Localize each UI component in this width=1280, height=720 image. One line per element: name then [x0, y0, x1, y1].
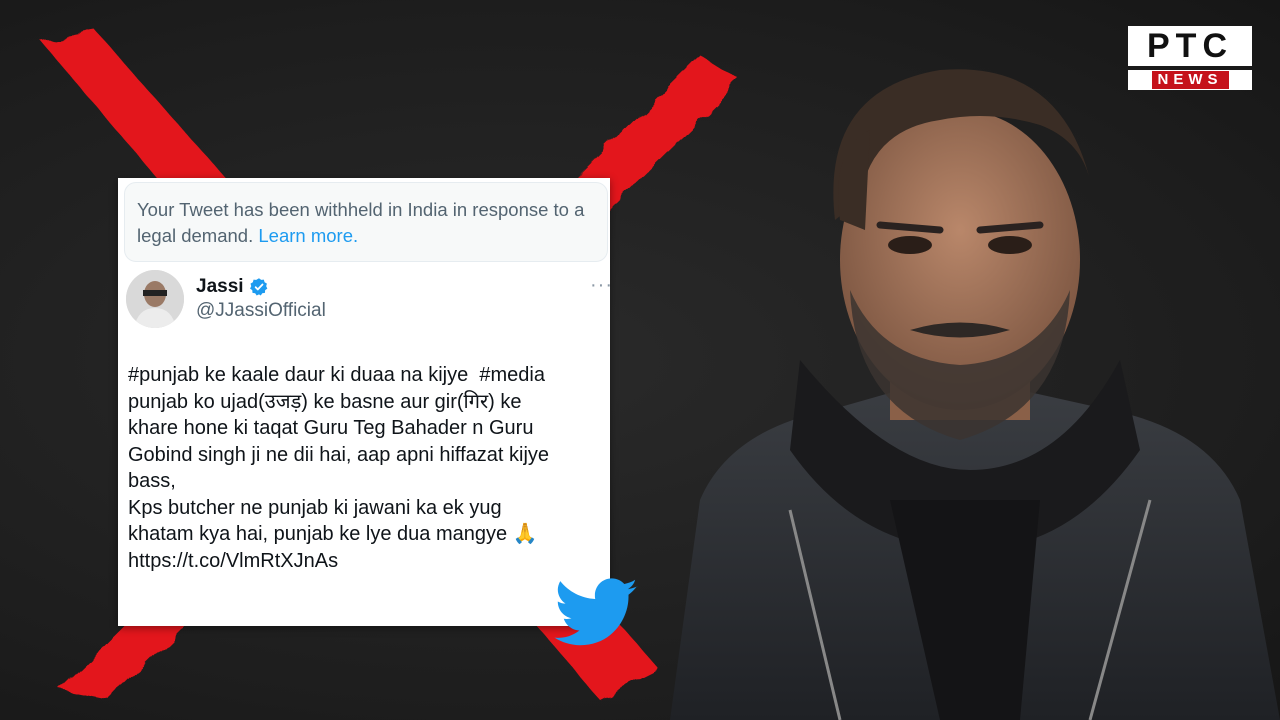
author-name-row: Jassi: [196, 276, 269, 298]
tweet-card: Your Tweet has been withheld in India in…: [118, 178, 613, 626]
person-photo: [670, 69, 1280, 720]
tweet-line: punjab ko ujad(उजड़) ke basne aur gir(गि…: [128, 390, 522, 413]
verified-badge-icon: [249, 278, 267, 296]
tweet-line: Gobind singh ji ne dii hai, aap apni hif…: [128, 443, 550, 466]
tweet-line: Kps butcher ne punjab ki jawani ka ek yu…: [128, 496, 502, 519]
author-name[interactable]: Jassi: [196, 276, 244, 298]
more-dots-icon[interactable]: ···: [590, 274, 613, 297]
withheld-notice-text: Your Tweet has been withheld in India in…: [137, 199, 585, 246]
logo-news-text: NEWS: [1151, 71, 1229, 89]
logo-ptc-text: PTC: [1128, 26, 1252, 66]
tweet-line: #punjab ke kaale daur ki duaa na kijye #…: [128, 364, 545, 386]
tweet-line: khatam kya hai, punjab ke lye dua mangye…: [128, 523, 538, 545]
learn-more-link[interactable]: Learn more.: [258, 225, 358, 246]
twitter-bird-icon: [554, 578, 638, 646]
tweet-line: khare hone ki taqat Guru Teg Bahader n G…: [128, 417, 534, 439]
withheld-notice: Your Tweet has been withheld in India in…: [124, 182, 608, 262]
ptc-news-logo: PTC NEWS: [1128, 26, 1252, 92]
tweet-link[interactable]: https://t.co/VlmRtXJnAs: [128, 548, 606, 575]
author-handle[interactable]: @JJassiOfficial: [196, 300, 326, 322]
tweet-line: bass,: [128, 470, 176, 492]
thumbnail-canvas: PTC NEWS Your Tweet has been withheld in…: [0, 0, 1280, 720]
avatar-image: [126, 270, 184, 328]
logo-news-bar: NEWS: [1128, 70, 1252, 90]
tweet-body: #punjab ke kaale daur ki duaa na kijye #…: [128, 362, 606, 574]
avatar[interactable]: [126, 270, 184, 328]
